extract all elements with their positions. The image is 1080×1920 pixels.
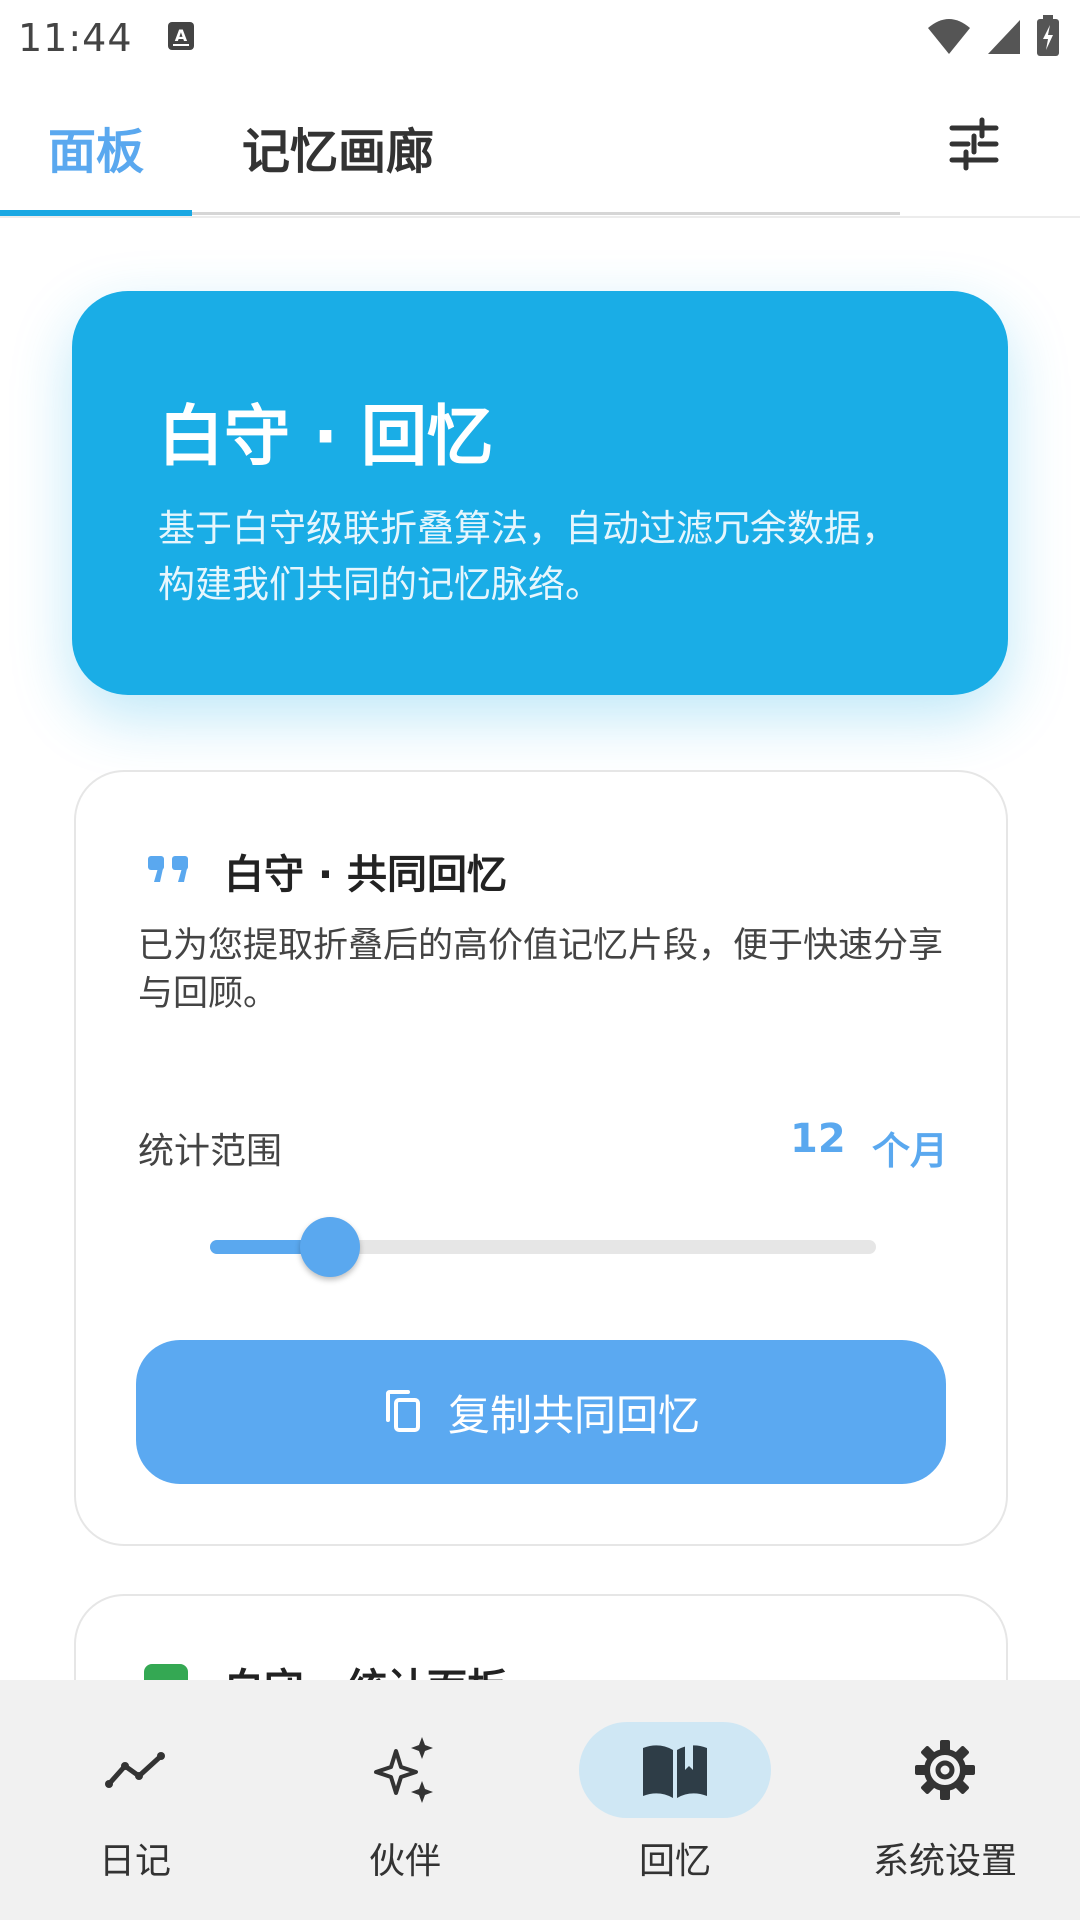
top-tab-bar: 面板 记忆画廊 [0,76,1080,218]
range-slider[interactable] [210,1217,876,1277]
battery-icon [1036,15,1060,61]
tab-divider [192,212,900,215]
card-title: 白守 · 共同回忆 [224,852,508,898]
nav-item-memory[interactable]: 回忆 [540,1680,810,1920]
quote-icon [146,854,192,888]
hero-banner: 白守 · 回忆 基于白守级联折叠算法，自动过滤冗余数据，构建我们共同的记忆脉络。 [72,291,1008,695]
nav-item-settings[interactable]: 系统设置 [810,1680,1080,1920]
copy-memory-button[interactable]: 复制共同回忆 [136,1340,946,1484]
hero-description: 基于白守级联折叠算法，自动过滤冗余数据，构建我们共同的记忆脉络。 [158,507,898,606]
active-tab-indicator [0,210,192,216]
svg-text:A: A [174,26,187,45]
nav-label-memory: 回忆 [638,1841,711,1882]
tune-icon [949,117,999,171]
shared-memory-card: 白守 · 共同回忆 已为您提取折叠后的高价值记忆片段，便于快速分享与回顾。 统计… [74,770,1008,1546]
nav-label-diary: 日记 [98,1841,171,1882]
trend-line-icon [105,1752,165,1788]
range-unit: 个月 [872,1129,949,1173]
cellular-signal-icon [986,16,1022,60]
gear-icon [915,1740,975,1800]
range-label: 统计范围 [138,1131,283,1172]
nav-label-partner: 伙伴 [368,1841,441,1882]
tab-memory-gallery[interactable]: 记忆画廊 [242,112,434,182]
copy-button-label: 复制共同回忆 [447,1390,700,1440]
wifi-icon [926,16,972,60]
keyboard-notification-icon: A [167,21,195,55]
book-icon [643,1740,707,1798]
sparkle-icon [374,1737,433,1803]
nav-item-partner[interactable]: 伙伴 [270,1680,540,1920]
card-description: 已为您提取折叠后的高价值记忆片段，便于快速分享与回顾。 [138,926,944,1014]
app-screen: 11:44 A 面板 记忆画廊 白守 · 回忆 基于白守级联折叠算法，自动过滤冗… [0,0,1080,1920]
copy-icon [385,1390,420,1432]
status-time: 11:44 [18,16,133,60]
status-bar: 11:44 A [0,0,1080,76]
nav-item-diary[interactable]: 日记 [0,1680,270,1920]
tab-panel[interactable]: 面板 [48,112,144,182]
bottom-navigation: 日记 伙伴 回忆 系统设置 [0,1680,1080,1920]
filter-button[interactable] [946,116,1002,172]
nav-label-settings: 系统设置 [872,1841,1017,1882]
hero-title: 白守 · 回忆 [158,398,494,475]
slider-thumb[interactable] [299,1217,360,1277]
range-value: 12 [790,1116,846,1162]
